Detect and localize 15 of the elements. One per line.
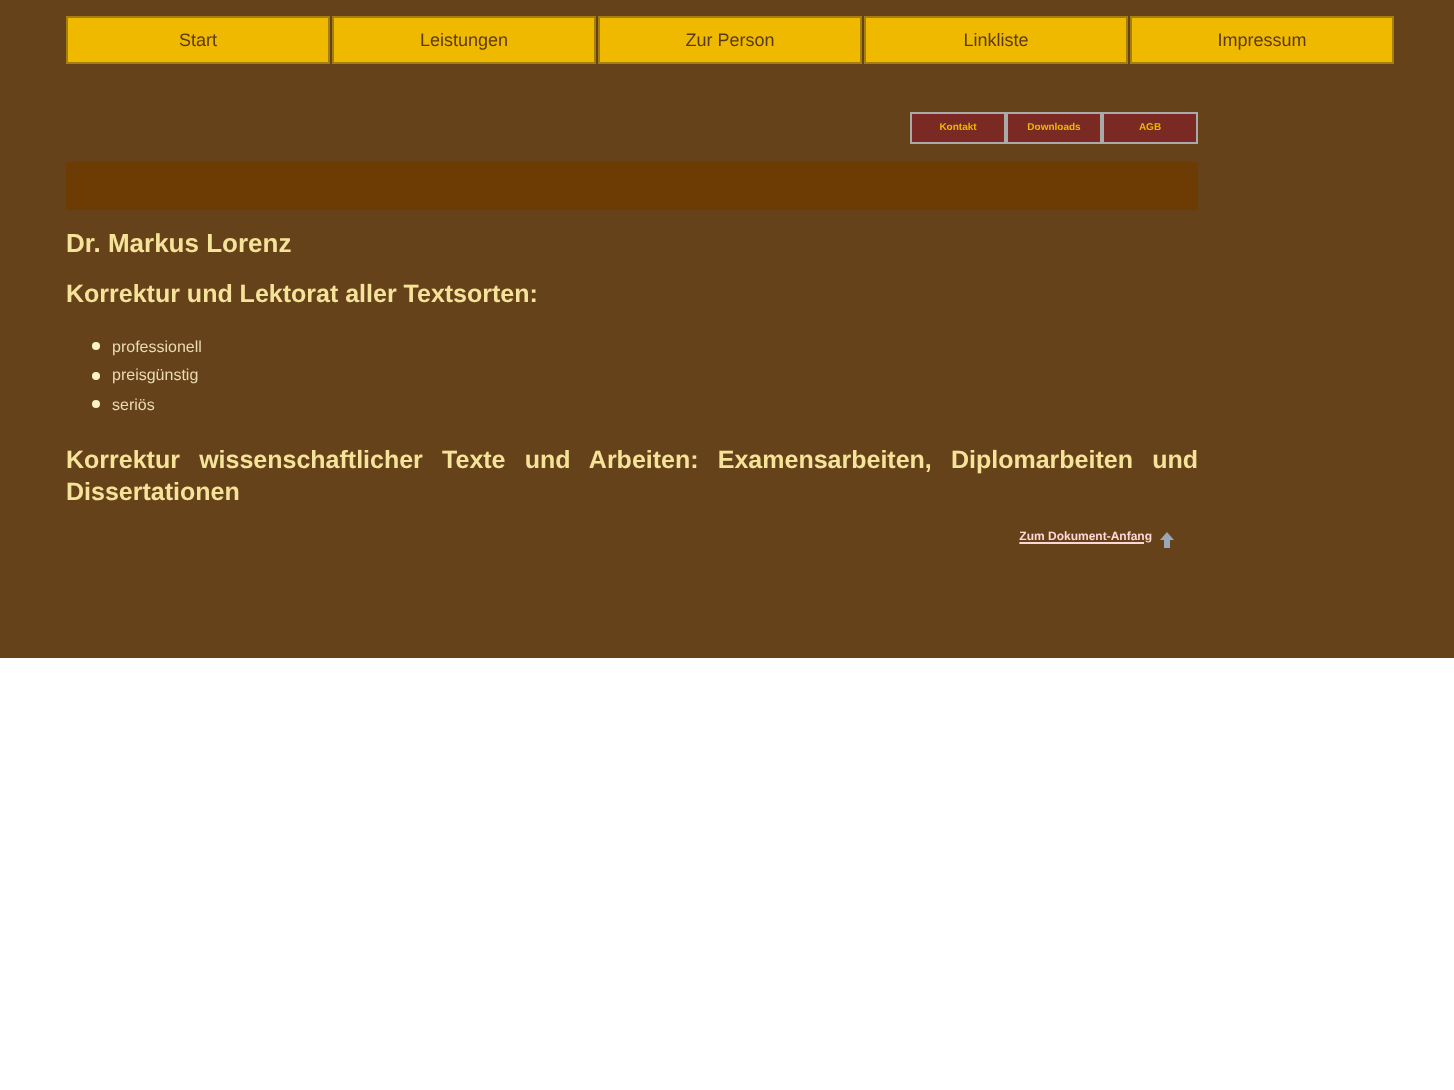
nav-link[interactable]: Zur Person (598, 16, 862, 64)
feature-text: preisgünstig (112, 366, 199, 385)
bullet-icon (92, 342, 100, 351)
section-heading: Korrektur und Lektorat aller Textsorten: (66, 278, 540, 310)
nav-link[interactable]: Linkliste (864, 16, 1128, 64)
feature-text: seriös (112, 395, 155, 414)
bullet-icon (92, 371, 100, 380)
bullet-icon (92, 400, 100, 409)
nav-link[interactable]: Leistungen (332, 16, 596, 64)
section-heading: Korrektur wissenschaftlicher Texte und Arbeiten: Examensarbeiten, Diplomarbeiten und Dissertationen (66, 443, 1198, 507)
nav-link[interactable]: Impressum (1130, 16, 1394, 64)
page-heading: Dr. Markus Lorenz (66, 228, 294, 258)
feature-text: professionell (112, 337, 202, 356)
up-arrow-icon (1160, 531, 1174, 547)
nav-link[interactable]: Start (66, 16, 330, 64)
